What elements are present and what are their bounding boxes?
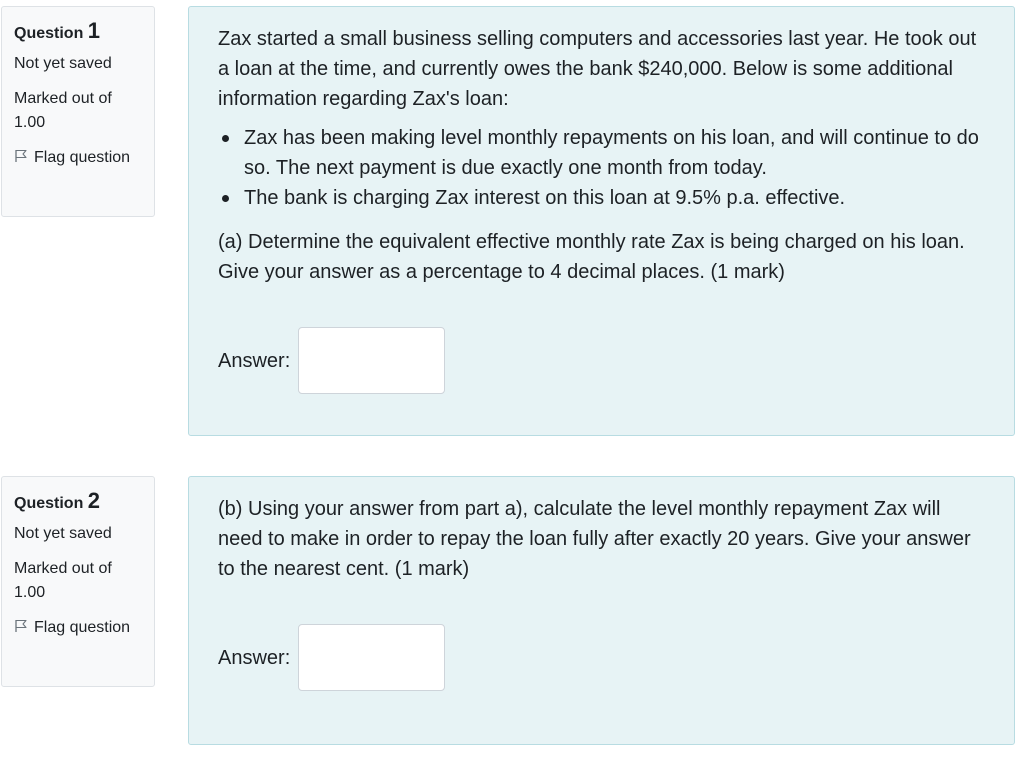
flag-question-button[interactable]: Flag question — [14, 146, 144, 170]
answer-input[interactable] — [298, 327, 446, 394]
answer-row: Answer: — [218, 327, 984, 394]
question-prompt: (b) Using your answer from part a), calc… — [218, 498, 971, 580]
question-state: Not yet saved — [14, 525, 112, 542]
flag-icon — [15, 619, 27, 632]
answer-input[interactable] — [298, 624, 446, 691]
answer-label: Answer: — [218, 646, 291, 669]
question-state: Not yet saved — [14, 55, 112, 72]
question-grade: Marked out of 1.00 — [14, 90, 112, 131]
info-list: Zax has been making level monthly repaym… — [218, 123, 984, 213]
question-number: Question 2 — [14, 489, 144, 516]
answer-label: Answer: — [218, 349, 291, 372]
question-number-value: 2 — [87, 488, 101, 513]
list-item: Zax has been making level monthly repaym… — [218, 123, 984, 183]
question-2-content: (b) Using your answer from part a), calc… — [188, 476, 1015, 745]
question-number: Question 1 — [14, 19, 144, 46]
flag-icon — [15, 149, 27, 162]
flag-label: Flag question — [34, 149, 131, 166]
question-1-content: Zax started a small business selling com… — [188, 6, 1015, 436]
answer-row: Answer: — [218, 624, 984, 691]
question-intro: Zax started a small business selling com… — [218, 28, 977, 110]
flag-label: Flag question — [34, 619, 131, 636]
question-number-value: 1 — [87, 18, 101, 43]
question-label: Question — [14, 495, 84, 512]
question-prompt: (a) Determine the equivalent effective m… — [218, 231, 965, 283]
question-label: Question — [14, 25, 84, 42]
list-item: The bank is charging Zax interest on thi… — [218, 183, 984, 213]
flag-question-button[interactable]: Flag question — [14, 616, 144, 640]
question-grade: Marked out of 1.00 — [14, 560, 112, 601]
question-2-info: Question 2 Not yet saved Marked out of 1… — [1, 476, 155, 687]
question-1-info: Question 1 Not yet saved Marked out of 1… — [1, 6, 155, 217]
